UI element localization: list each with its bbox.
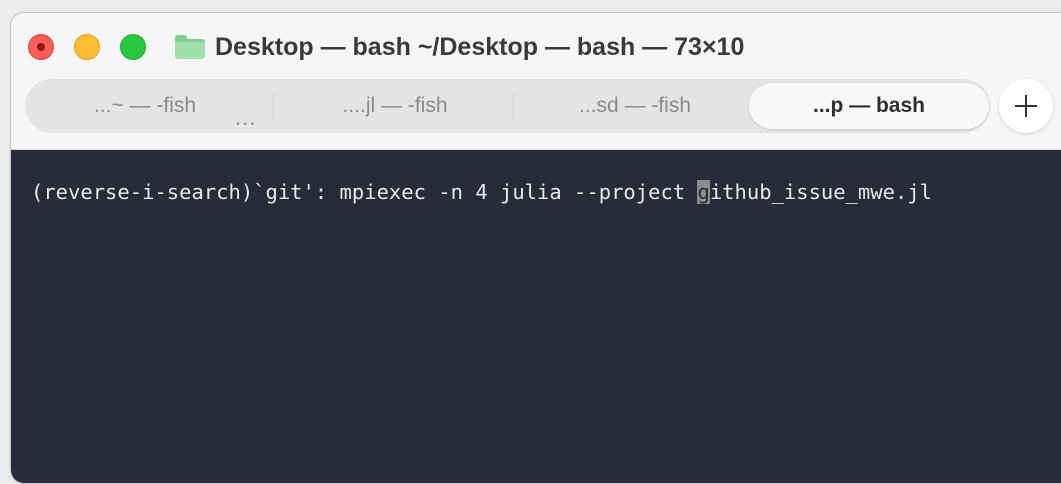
- close-button[interactable]: [28, 34, 54, 60]
- window-title: Desktop — bash ~/Desktop — bash — 73×10: [215, 32, 745, 61]
- tab-divider: [513, 93, 514, 119]
- tab-fish-home[interactable]: ...~ — -fish: [35, 79, 255, 133]
- tab-divider: [273, 93, 274, 119]
- zoom-button[interactable]: [120, 34, 146, 60]
- minimize-button[interactable]: [74, 34, 100, 60]
- title-bar[interactable]: Desktop — bash ~/Desktop — bash — 73×10 …: [11, 13, 1061, 150]
- folder-icon: [175, 35, 205, 59]
- tab-bash-active[interactable]: ...p — bash: [749, 83, 989, 129]
- terminal-line: (reverse-i-search)`git': mpiexec -n 4 ju…: [31, 180, 932, 204]
- tab-fish-jl[interactable]: ....jl — -fish: [275, 79, 515, 133]
- terminal-content[interactable]: (reverse-i-search)`git': mpiexec -n 4 ju…: [11, 150, 1061, 483]
- new-tab-button[interactable]: [999, 79, 1053, 133]
- tab-overflow-indicator[interactable]: ...: [235, 105, 256, 131]
- terminal-window: Desktop — bash ~/Desktop — bash — 73×10 …: [10, 12, 1061, 484]
- command-text-rest: ithub_issue_mwe.jl: [709, 180, 932, 204]
- plus-icon: [1015, 95, 1037, 117]
- window-title-area: Desktop — bash ~/Desktop — bash — 73×10: [175, 30, 744, 64]
- tab-fish-sd[interactable]: ...sd — -fish: [515, 79, 755, 133]
- tab-bar: ...~ — -fish ... ....jl — -fish ...sd — …: [25, 79, 990, 133]
- cursor: g: [697, 180, 710, 204]
- command-text: (reverse-i-search)`git': mpiexec -n 4 ju…: [31, 180, 698, 204]
